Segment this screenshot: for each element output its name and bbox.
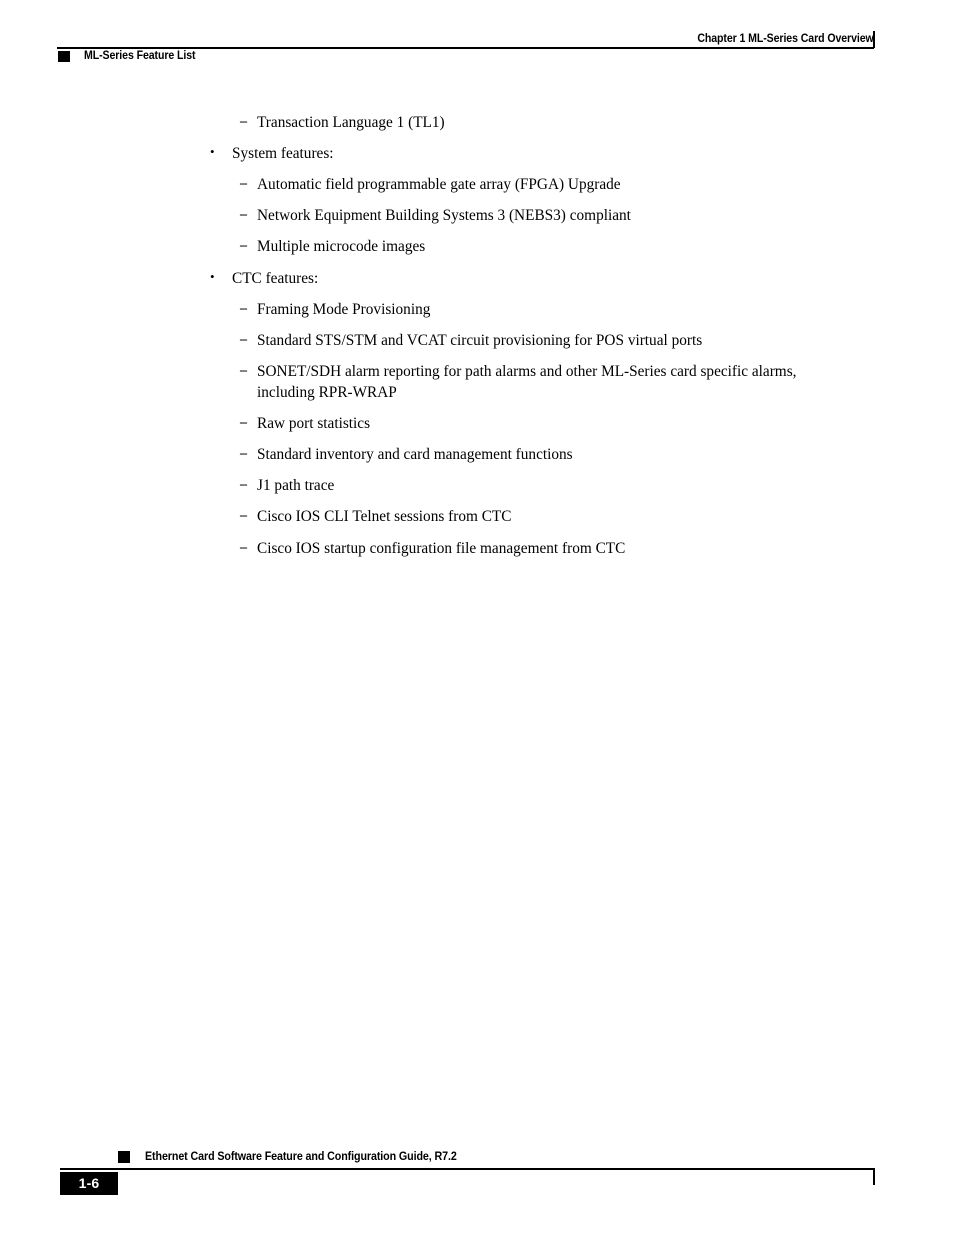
dash-marker-icon: – xyxy=(240,331,247,347)
list-item-text: Transaction Language 1 (TL1) xyxy=(257,114,445,131)
page-header: Chapter 1 ML-Series Card Overview ML-Ser… xyxy=(0,0,954,80)
dash-list-item: – Transaction Language 1 (TL1) xyxy=(0,112,954,133)
footer-black-square-marker-icon xyxy=(118,1151,130,1163)
page-number: 1-6 xyxy=(78,1175,100,1191)
dash-marker-icon: – xyxy=(240,176,247,192)
list-item-text: Raw port statistics xyxy=(257,415,371,433)
dash-list-item: – Cisco IOS CLI Telnet sessions from CTC xyxy=(0,506,954,527)
list-item-text: Automatic field programmable gate array … xyxy=(257,176,621,194)
dash-list-item: – Network Equipment Building Systems 3 (N… xyxy=(0,205,954,226)
list-item-text: J1 path trace xyxy=(257,477,335,495)
dash-list-item: – Raw port statistics xyxy=(0,413,954,434)
list-item-text: Multiple microcode images xyxy=(257,238,426,256)
page-footer: Ethernet Card Software Feature and Confi… xyxy=(0,1150,954,1235)
bullet-list-item: • System features: xyxy=(0,143,954,164)
header-rule xyxy=(57,47,874,49)
feature-list: – Transaction Language 1 (TL1) • System fea… xyxy=(0,112,954,559)
dash-list-item: – Cisco IOS startup configuration file ma… xyxy=(0,538,954,559)
dash-marker-icon: – xyxy=(240,477,247,493)
footer-end-tick xyxy=(872,1168,875,1185)
dash-marker-icon: – xyxy=(240,238,247,254)
dash-marker-icon: – xyxy=(240,362,247,378)
list-item-text: SONET/SDH alarm reporting for path alarm… xyxy=(257,362,797,401)
list-item-text: CTC features: xyxy=(232,269,319,287)
list-item-text: Framing Mode Provisioning xyxy=(257,300,431,318)
dash-marker-icon: – xyxy=(240,114,247,129)
list-item-text: Network Equipment Building Systems 3 (NE… xyxy=(257,207,631,225)
bullet-marker-icon: • xyxy=(210,144,215,160)
dash-marker-icon: – xyxy=(240,415,247,431)
dash-list-item: – SONET/SDH alarm reporting for path alar… xyxy=(0,361,954,403)
dash-marker-icon: – xyxy=(240,508,247,524)
list-item-text: Cisco IOS CLI Telnet sessions from CTC xyxy=(257,508,512,526)
footer-rule xyxy=(60,1168,874,1170)
list-item-text: Standard STS/STM and VCAT circuit provis… xyxy=(257,331,703,349)
dash-list-item: – J1 path trace xyxy=(0,475,954,496)
page-content: – Transaction Language 1 (TL1) • System fea… xyxy=(0,112,954,569)
dash-list-item: – Automatic field programmable gate array… xyxy=(0,174,954,195)
black-square-marker-icon xyxy=(58,51,70,62)
bullet-marker-icon: • xyxy=(210,268,215,284)
dash-marker-icon: – xyxy=(240,539,247,555)
dash-list-item: – Standard inventory and card management … xyxy=(0,444,954,465)
page-number-box: 1-6 xyxy=(60,1172,118,1195)
dash-list-item: – Framing Mode Provisioning xyxy=(0,299,954,320)
list-item-text: Cisco IOS startup configuration file man… xyxy=(257,539,626,557)
dash-marker-icon: – xyxy=(240,446,247,462)
dash-list-item: – Multiple microcode images xyxy=(0,236,954,257)
dash-list-item: – Standard STS/STM and VCAT circuit provi… xyxy=(0,330,954,351)
list-item-text: System features: xyxy=(232,145,334,163)
header-section-title: ML-Series Feature List xyxy=(84,50,196,62)
dash-marker-icon: – xyxy=(240,300,247,316)
list-item-text: Standard inventory and card management f… xyxy=(257,446,573,464)
footer-guide-title: Ethernet Card Software Feature and Confi… xyxy=(145,1151,457,1163)
document-page: Chapter 1 ML-Series Card Overview ML-Ser… xyxy=(0,0,954,1235)
bullet-list-item: • CTC features: xyxy=(0,268,954,289)
header-end-tick xyxy=(872,31,875,48)
dash-marker-icon: – xyxy=(240,207,247,223)
header-chapter-title: Chapter 1 ML-Series Card Overview xyxy=(697,33,874,45)
